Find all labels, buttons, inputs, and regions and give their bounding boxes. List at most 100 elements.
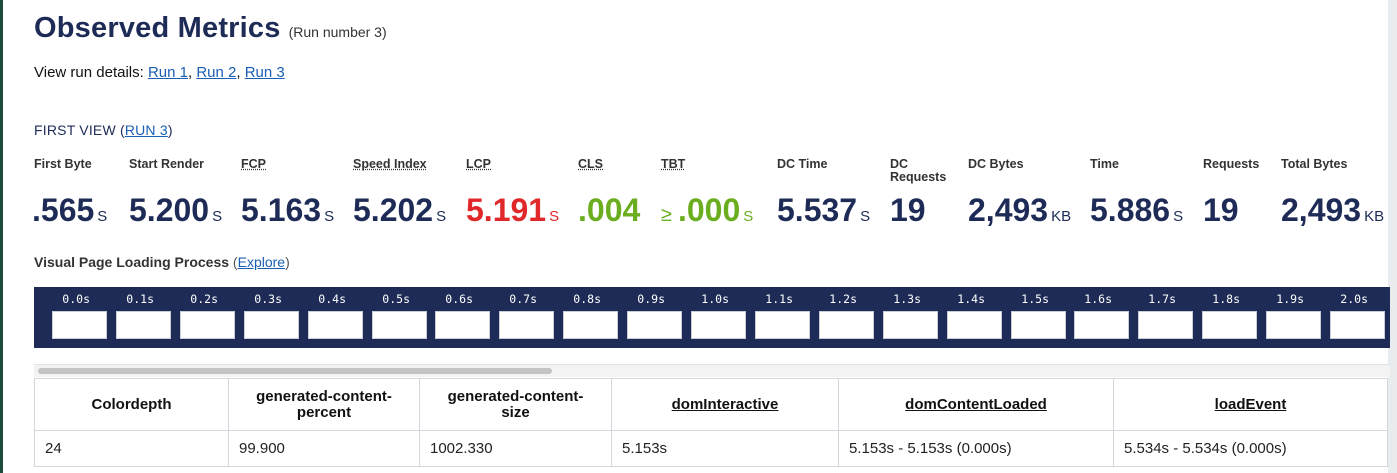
header-text: percent (296, 403, 352, 421)
metric-label: DC Bytes (968, 157, 1024, 171)
run-2-link[interactable]: Run 2 (196, 64, 236, 81)
vertical-scrollbar[interactable] (1388, 0, 1397, 473)
metric-unit: S (1173, 208, 1184, 225)
metric-lcp: LCP 5.191 S (466, 157, 559, 229)
filmstrip-frame[interactable]: 0.0s (34, 287, 107, 348)
metric-label: Speed Index (353, 157, 427, 171)
metric-value: 19 (890, 192, 926, 228)
metric-tbt: TBT ≥ .000 S (661, 157, 753, 229)
metric-unit: S (436, 208, 447, 225)
run-3-link[interactable]: Run 3 (245, 64, 285, 81)
column-header-sortable[interactable]: loadEvent (1113, 378, 1388, 431)
metric-dc-requests: DC Requests 19 (890, 158, 950, 229)
metric-label: Requests (1203, 157, 1260, 171)
table-cell: 5.153s - 5.153s (0.000s) (838, 430, 1114, 467)
run-details: View run details: Run 1, Run 2, Run 3 (34, 64, 285, 81)
frame-thumbnail[interactable] (1330, 311, 1385, 339)
filmstrip-frame[interactable]: 1.2s (801, 287, 874, 348)
metric-value: .004 (578, 192, 640, 228)
metric-label: Start Render (129, 157, 205, 171)
first-view-run-link[interactable]: RUN 3 (125, 122, 168, 138)
column-header: generated-content-size (419, 378, 612, 431)
metric-requests: Requests 19 (1203, 157, 1260, 229)
metric-unit: KB (1364, 208, 1385, 225)
frame-time: 0.5s (382, 292, 410, 306)
metric-label: LCP (466, 157, 491, 171)
left-edge (0, 0, 3, 473)
frame-time: 0.8s (573, 292, 601, 306)
header-text: generated-content- (447, 387, 584, 405)
table-cell: 1002.330 (419, 430, 612, 467)
filmstrip-frame[interactable]: 0.3s (226, 287, 299, 348)
horizontal-scrollbar[interactable] (34, 364, 1390, 377)
filmstrip-frame[interactable]: 0.4s (290, 287, 363, 348)
metric-speed-index: Speed Index 5.202 S (353, 157, 446, 229)
filmstrip-frame[interactable]: 1.1s (737, 287, 810, 348)
filmstrip-frame[interactable]: 1.7s (1120, 287, 1193, 348)
filmstrip-frame[interactable]: 1.4s (929, 287, 1002, 348)
metrics-table: Colordepth generated-content-percent gen… (34, 378, 1388, 467)
table-header-row: Colordepth generated-content-percent gen… (34, 378, 1388, 431)
frame-time: 2.0s (1340, 292, 1368, 306)
metric-value: 5.202 S (353, 192, 446, 235)
header-text: size (501, 403, 530, 421)
filmstrip[interactable]: 0.0s 0.1s 0.2s 0.3s 0.4s 0.5s 0.6s 0.7s 0.8s 0.9s… (34, 287, 1390, 348)
frame-time: 1.6s (1084, 292, 1112, 306)
filmstrip-frame[interactable]: 1.6s (1056, 287, 1129, 348)
metric-number: 5.163 (241, 192, 322, 228)
page-title: Observed Metrics (34, 12, 281, 44)
paren-open: ( (229, 254, 238, 270)
metric-unit: S (549, 208, 560, 225)
metric-label: Total Bytes (1281, 157, 1348, 171)
frame-time: 1.7s (1148, 292, 1176, 306)
frame-time: 0.7s (509, 292, 537, 306)
metric-value: ≥ .000 S (661, 192, 753, 235)
header-text[interactable]: domInteractive (672, 396, 779, 413)
table-cell: 24 (34, 430, 229, 467)
explore-link[interactable]: Explore (238, 254, 285, 270)
filmstrip-frame[interactable]: 1.5s (993, 287, 1066, 348)
frame-time: 1.9s (1276, 292, 1304, 306)
header-text[interactable]: loadEvent (1215, 396, 1287, 413)
filmstrip-frame[interactable]: 2.0s (1312, 287, 1385, 348)
filmstrip-frame[interactable]: 0.9s (609, 287, 682, 348)
metric-value: 2,493 KB (1281, 192, 1384, 235)
filmstrip-frame[interactable]: 0.2s (162, 287, 235, 348)
first-view-suffix: ) (167, 122, 173, 138)
metric-label: TBT (661, 157, 686, 171)
filmstrip-frame[interactable]: 0.1s (98, 287, 171, 348)
scrollbar-thumb[interactable] (38, 368, 552, 374)
table-cell: 5.534s - 5.534s (0.000s) (1113, 430, 1388, 467)
metric-label: DC Time (777, 157, 828, 171)
filmstrip-frame[interactable]: 0.5s (354, 287, 427, 348)
metric-fcp: FCP 5.163 S (241, 158, 334, 229)
filmstrip-frame[interactable]: 1.9s (1248, 287, 1321, 348)
metric-value: 5.163 S (241, 192, 334, 235)
frame-time: 0.6s (445, 292, 473, 306)
metric-label: First Byte (34, 157, 92, 171)
filmstrip-frame[interactable]: 0.8s (545, 287, 618, 348)
frame-time: 1.3s (893, 292, 921, 306)
metric-unit: KB (1051, 208, 1072, 225)
metric-value: 5.886 S (1090, 192, 1183, 235)
filmstrip-frame[interactable]: 1.3s (865, 287, 938, 348)
visual-loading-heading: Visual Page Loading Process (Explore) (34, 254, 290, 270)
metric-value: 19 (1203, 192, 1239, 228)
filmstrip-frame[interactable]: 0.7s (481, 287, 554, 348)
frame-time: 1.4s (957, 292, 985, 306)
table-cell: 99.900 (228, 430, 420, 467)
column-header-sortable[interactable]: domInteractive (611, 378, 839, 431)
frame-time: 0.1s (126, 292, 154, 306)
filmstrip-frame[interactable]: 0.6s (417, 287, 490, 348)
run-1-link[interactable]: Run 1 (148, 64, 188, 81)
metric-unit: S (97, 208, 108, 225)
metric-value: 5.537 S (777, 192, 870, 235)
table-row: 24 99.900 1002.330 5.153s 5.153s - 5.153… (34, 430, 1388, 467)
metric-dc-bytes: DC Bytes 2,493 KB (968, 157, 1071, 229)
column-header-sortable[interactable]: domContentLoaded (838, 378, 1114, 431)
metric-total-bytes: Total Bytes 2,493 KB (1281, 157, 1384, 229)
filmstrip-frame[interactable]: 1.8s (1184, 287, 1257, 348)
header-text[interactable]: domContentLoaded (905, 396, 1047, 413)
metric-value: 2,493 KB (968, 192, 1071, 235)
filmstrip-frame[interactable]: 1.0s (673, 287, 746, 348)
